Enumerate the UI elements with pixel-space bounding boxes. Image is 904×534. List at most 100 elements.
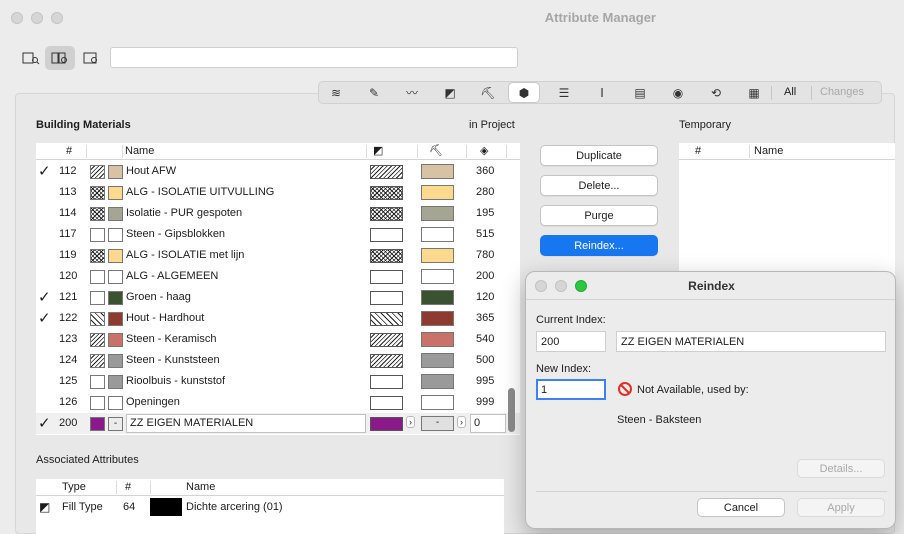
color-swatch	[108, 333, 123, 347]
surface-swatch	[421, 206, 454, 221]
assoc-column-number[interactable]: #	[125, 481, 131, 493]
column-number[interactable]: #	[66, 145, 72, 157]
cut-fill-column-icon[interactable]: ◩	[373, 144, 383, 157]
scrollbar[interactable]	[508, 388, 515, 432]
composite-icon[interactable]: ☰	[549, 83, 579, 102]
table-row[interactable]: 126 Openingen 999	[36, 392, 520, 413]
fill-icon[interactable]: ◩	[435, 83, 465, 102]
table-row[interactable]: 113 ALG - ISOLATIE UITVULLING 280	[36, 182, 520, 203]
surface-dash[interactable]: -	[421, 416, 454, 431]
material-name: Hout AFW	[126, 165, 177, 177]
color-swatch	[108, 354, 123, 368]
toolbar-separator	[811, 86, 812, 100]
priority-column-icon[interactable]: ◈	[480, 144, 488, 157]
title-bar: Attribute Manager	[0, 0, 904, 36]
priority-value: 120	[476, 291, 495, 303]
row-number: 121	[59, 291, 78, 303]
assoc-column-name[interactable]: Name	[186, 481, 215, 493]
cut-fill-swatch	[90, 396, 105, 410]
view-mode-three-button[interactable]	[76, 46, 106, 70]
priority-value: 360	[476, 165, 495, 177]
search-input[interactable]	[110, 47, 518, 68]
view-mode-two-button[interactable]	[45, 46, 75, 70]
view-mode-one-button[interactable]	[16, 46, 46, 70]
column-name[interactable]: Name	[125, 145, 154, 157]
color-swatch	[108, 249, 123, 263]
pen-icon[interactable]: ✎	[359, 83, 389, 102]
column-separator	[86, 145, 87, 158]
zoom-window-button[interactable]	[51, 12, 63, 24]
name-edit-field[interactable]: ZZ EIGEN MATERIALEN	[126, 414, 366, 433]
window-title: Attribute Manager	[544, 10, 656, 25]
apply-button[interactable]: Apply	[797, 498, 885, 517]
zone-category-icon[interactable]: ▤	[625, 83, 655, 102]
used-by-name: Steen - Baksteen	[617, 414, 702, 426]
not-available-message: Not Available, used by:	[637, 384, 749, 396]
chevron-right-icon[interactable]: ›	[457, 416, 466, 428]
grid-icon[interactable]: ▦	[739, 83, 769, 102]
purge-button[interactable]: Purge	[540, 205, 658, 226]
cancel-button[interactable]: Cancel	[697, 498, 785, 517]
table-row[interactable]: 125 Rioolbuis - kunststof 995	[36, 371, 520, 392]
surface-swatch	[421, 332, 454, 347]
reindex-button[interactable]: Reindex...	[540, 235, 658, 256]
table-row[interactable]: ✓ 121 Groen - haag 120	[36, 287, 520, 308]
temporary-heading: Temporary	[679, 119, 731, 131]
cut-fill-swatch[interactable]	[370, 417, 403, 431]
minimize-window-button[interactable]	[31, 12, 43, 24]
table-row[interactable]: 120 ALG - ALGEMEEN 200	[36, 266, 520, 287]
layers-icon[interactable]: ≋	[321, 83, 351, 102]
table-row[interactable]: ◩ Fill Type 64 Dichte arcering (01)	[36, 497, 504, 518]
table-row-selected[interactable]: ✓ 200 - ZZ EIGEN MATERIALEN › - › 0	[36, 413, 520, 434]
surface-column-icon[interactable]: ⛏	[429, 144, 443, 157]
profile-icon[interactable]: Ⅰ	[587, 83, 617, 102]
priority-field[interactable]: 0	[470, 414, 506, 433]
table-row[interactable]: 119 ALG - ISOLATIE met lijn 780	[36, 245, 520, 266]
cut-fill-swatch	[90, 312, 105, 326]
table-row[interactable]: ✓ 122 Hout - Hardhout 365	[36, 308, 520, 329]
table-row[interactable]: 123 Steen - Keramisch 540	[36, 329, 520, 350]
cut-fill-swatch	[90, 249, 105, 263]
row-number: 124	[59, 354, 78, 366]
building-material-icon[interactable]: ⬢	[509, 83, 539, 102]
color-swatch	[108, 312, 123, 326]
all-button[interactable]: All	[784, 86, 796, 98]
line-type-icon[interactable]: 〰	[397, 83, 427, 102]
dash-cell[interactable]: -	[108, 417, 123, 431]
changes-button[interactable]: Changes	[820, 86, 864, 98]
color-swatch[interactable]	[90, 417, 105, 431]
cut-fill-pattern	[370, 270, 403, 284]
priority-value: 195	[476, 207, 495, 219]
table-row[interactable]: 117 Steen - Gipsblokken 515	[36, 224, 520, 245]
table-row[interactable]: 124 Steen - Kunststeen 500	[36, 350, 520, 371]
globe-icon[interactable]: ◉	[663, 83, 693, 102]
priority-value: 365	[476, 312, 495, 324]
duplicate-button[interactable]: Duplicate	[540, 145, 658, 166]
new-index-field[interactable]: 1	[536, 379, 606, 400]
attribute-type-bar: ≋ ✎ 〰 ◩ ⛏ ⬢ ☰ Ⅰ ▤ ◉ ⟲ ▦ All Changes	[318, 81, 882, 104]
delete-button[interactable]: Delete...	[540, 175, 658, 196]
color-swatch	[108, 228, 123, 242]
cut-fill-swatch	[90, 186, 105, 200]
mep-system-icon[interactable]: ⟲	[701, 83, 731, 102]
current-name-field: ZZ EIGEN MATERIALEN	[616, 331, 886, 352]
cut-fill-pattern	[370, 291, 403, 305]
chevron-right-icon[interactable]: ›	[406, 416, 415, 428]
material-name: Rioolbuis - kunststof	[126, 375, 226, 387]
table-row[interactable]: 114 Isolatie - PUR gespoten 195	[36, 203, 520, 224]
priority-value: 280	[476, 186, 495, 198]
temp-column-number[interactable]: #	[695, 145, 701, 157]
cut-fill-pattern	[370, 375, 403, 389]
color-swatch	[108, 270, 123, 284]
temp-column-name[interactable]: Name	[754, 145, 783, 157]
column-separator	[506, 145, 507, 158]
surface-icon[interactable]: ⛏	[473, 83, 503, 102]
table-row[interactable]: ✓ 112 Hout AFW 360	[36, 161, 520, 182]
assoc-column-type[interactable]: Type	[62, 481, 86, 493]
material-name: Steen - Kunststeen	[126, 354, 220, 366]
details-button[interactable]: Details...	[797, 459, 885, 478]
reindex-dialog: Reindex Current Index: 200 ZZ EIGEN MATE…	[525, 271, 896, 529]
cut-fill-swatch	[90, 165, 105, 179]
close-window-button[interactable]	[11, 12, 23, 24]
row-number: 117	[59, 228, 77, 240]
